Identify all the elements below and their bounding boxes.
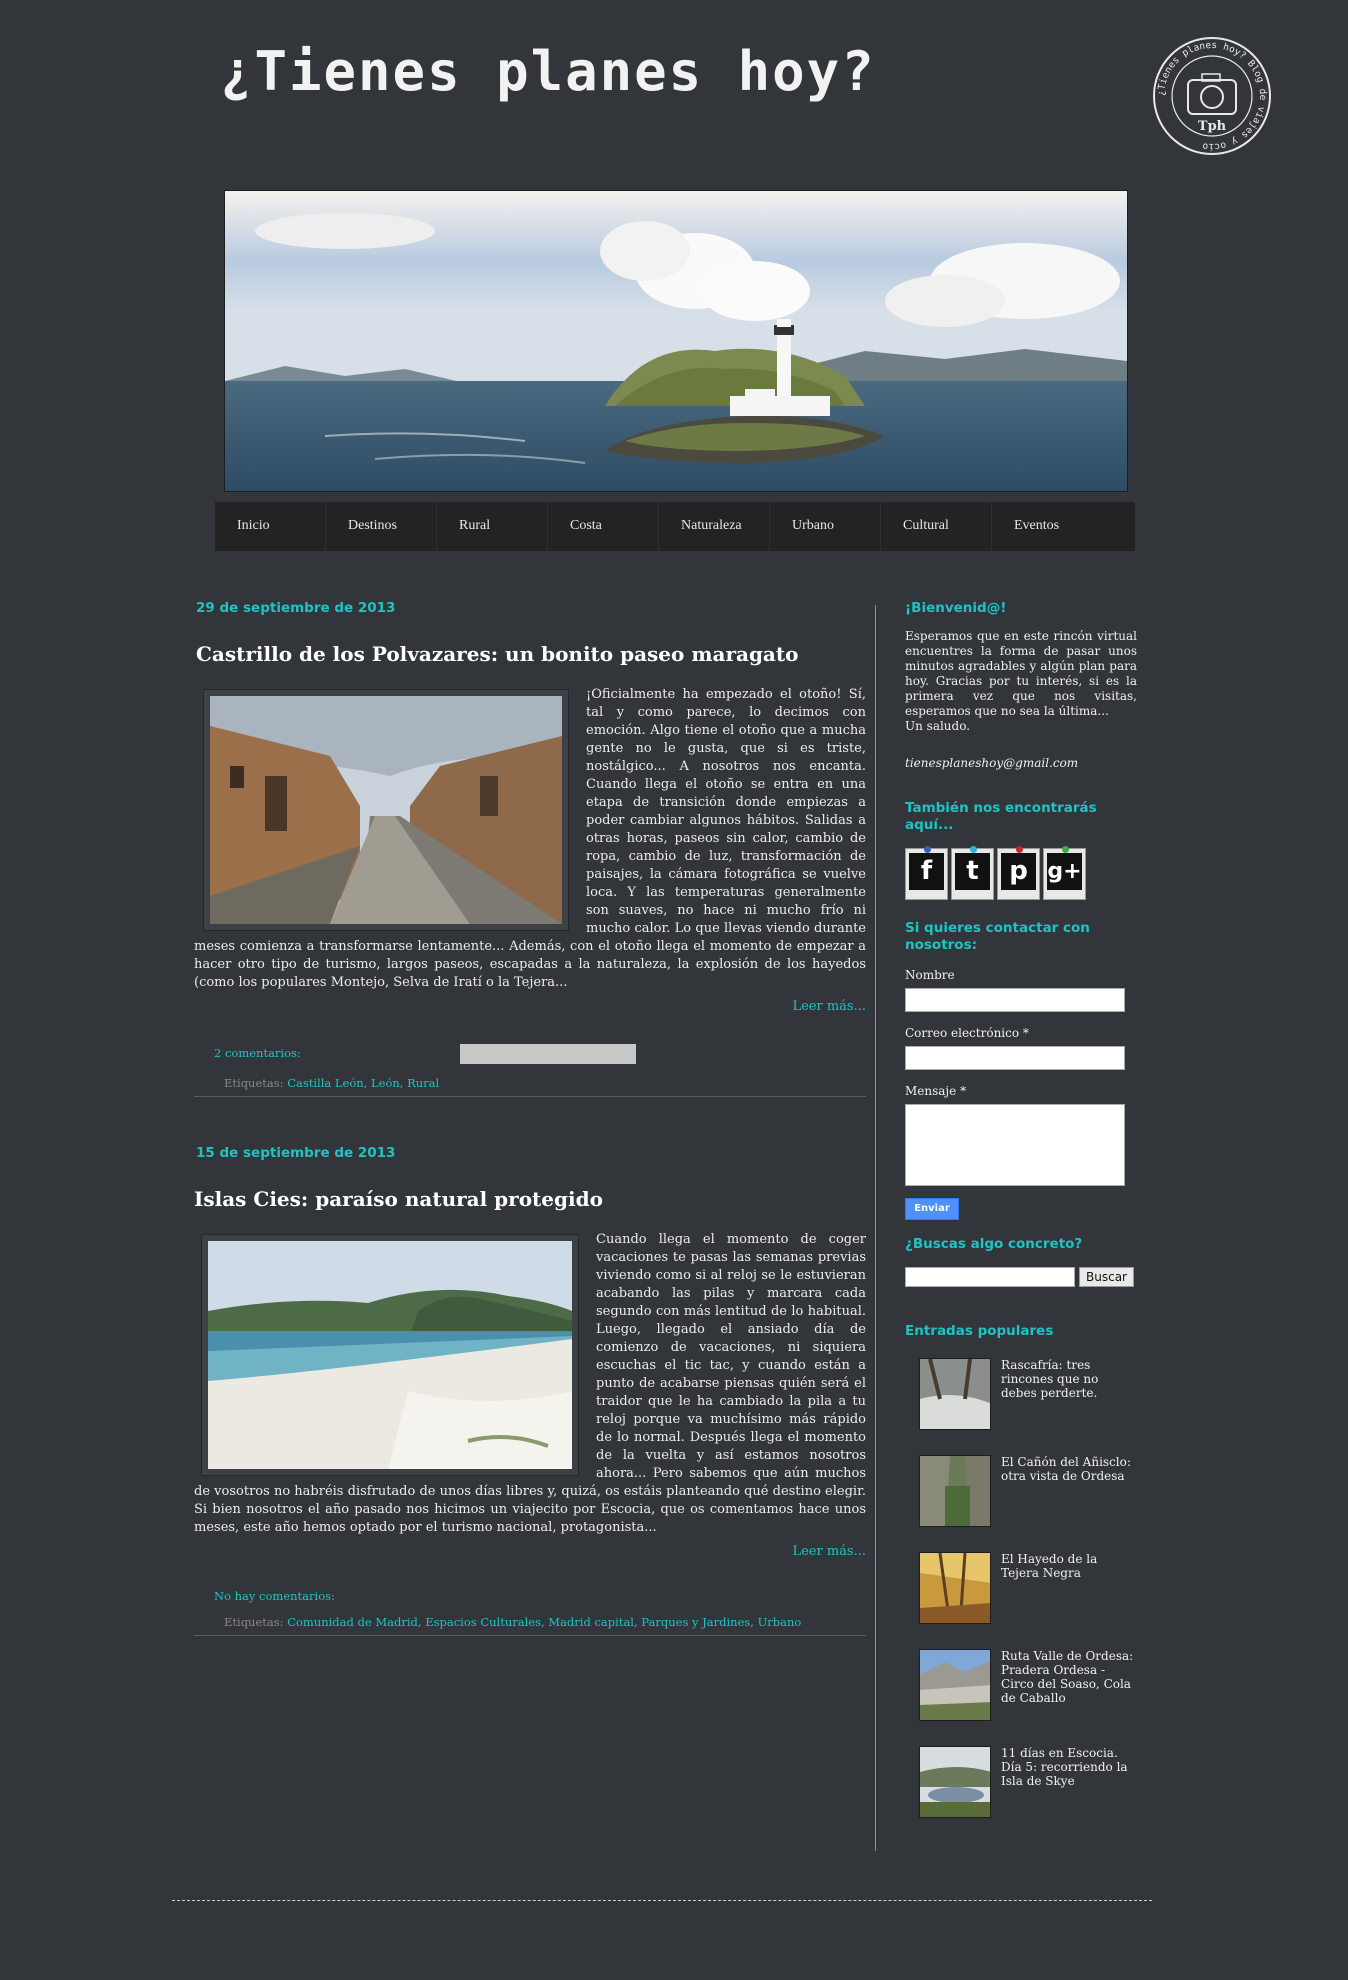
main-navigation: Inicio Destinos Rural Costa Naturaleza U… bbox=[215, 502, 1135, 551]
social-title: También nos encontrarás aquí... bbox=[905, 800, 1097, 833]
popular-post-thumbnail[interactable] bbox=[919, 1552, 991, 1624]
popular-post-thumbnail[interactable] bbox=[919, 1649, 991, 1721]
facebook-icon: f bbox=[909, 853, 944, 890]
site-title[interactable]: ¿Tienes planes hoy? bbox=[220, 40, 876, 103]
labels-prefix: Etiquetas: bbox=[224, 1615, 284, 1629]
nav-item-urbano[interactable]: Urbano bbox=[770, 502, 881, 551]
label-link[interactable]: Espacios Culturales bbox=[425, 1615, 541, 1629]
popular-post-thumbnail[interactable] bbox=[919, 1358, 991, 1430]
sidebar: ¡Bienvenid@! Esperamos que en este rincó… bbox=[905, 600, 1137, 1843]
sidebar-divider bbox=[875, 605, 876, 1851]
nav-item-eventos[interactable]: Eventos bbox=[992, 502, 1103, 551]
pin-icon bbox=[1016, 846, 1023, 853]
contact-title: Si quieres contactar con nosotros: bbox=[905, 920, 1090, 953]
post-image[interactable] bbox=[204, 690, 568, 930]
post-divider bbox=[194, 1635, 866, 1636]
popular-post-title[interactable]: 11 días en Escocia. Día 5: recorriendo l… bbox=[1001, 1746, 1137, 1843]
popular-post-item[interactable]: Ruta Valle de Ordesa: Pradera Ordesa - C… bbox=[919, 1649, 1137, 1746]
popular-post-title[interactable]: Rascafría: tres rincones que no debes pe… bbox=[1001, 1358, 1137, 1455]
message-field[interactable] bbox=[905, 1104, 1125, 1186]
post-footer: No hay comentarios: Etiquetas: Comunidad… bbox=[194, 1589, 866, 1629]
popular-posts-list: Rascafría: tres rincones que no debes pe… bbox=[905, 1358, 1137, 1843]
pin-icon bbox=[1062, 846, 1069, 853]
email-label: Correo electrónico * bbox=[905, 1026, 1029, 1040]
blog-post: 15 de septiembre de 2013 Islas Cies: par… bbox=[194, 1145, 866, 1636]
search-input[interactable] bbox=[905, 1267, 1075, 1287]
post-date: 15 de septiembre de 2013 bbox=[196, 1145, 396, 1161]
label-link[interactable]: Madrid capital bbox=[548, 1615, 634, 1629]
google-plus-icon: g+ bbox=[1047, 853, 1082, 890]
comments-link[interactable]: 2 comentarios: bbox=[214, 1046, 301, 1060]
popular-post-title[interactable]: El Cañón del Añisclo: otra vista de Orde… bbox=[1001, 1455, 1137, 1552]
popular-post-thumbnail[interactable] bbox=[919, 1455, 991, 1527]
post-body: ¡Oficialmente ha empezado el otoño! Sí, … bbox=[194, 686, 866, 1016]
popular-post-item[interactable]: El Cañón del Añisclo: otra vista de Orde… bbox=[919, 1455, 1137, 1552]
popular-posts-title: Entradas populares bbox=[905, 1323, 1054, 1339]
post-date: 29 de septiembre de 2013 bbox=[196, 600, 396, 616]
label-link[interactable]: Parques y Jardines bbox=[641, 1615, 750, 1629]
label-link[interactable]: Urbano bbox=[758, 1615, 802, 1629]
message-label: Mensaje * bbox=[905, 1084, 967, 1098]
nav-item-rural[interactable]: Rural bbox=[437, 502, 548, 551]
facebook-button[interactable]: f bbox=[905, 846, 948, 900]
footer-divider bbox=[172, 1900, 1152, 1901]
nav-item-naturaleza[interactable]: Naturaleza bbox=[659, 502, 770, 551]
nav-item-costa[interactable]: Costa bbox=[548, 502, 659, 551]
welcome-text: Esperamos que en este rincón virtual enc… bbox=[905, 629, 1137, 734]
social-links: f t p g+ bbox=[905, 846, 1137, 900]
post-body: Cuando llega el momento de coger vacacio… bbox=[194, 1231, 866, 1561]
label-link[interactable]: Rural bbox=[407, 1076, 439, 1090]
label-link[interactable]: Comunidad de Madrid bbox=[287, 1615, 418, 1629]
pin-icon bbox=[970, 846, 977, 853]
welcome-message: Esperamos que en este rincón virtual enc… bbox=[905, 629, 1137, 718]
google-plus-button[interactable]: g+ bbox=[1043, 846, 1086, 900]
pinterest-button[interactable]: p bbox=[997, 846, 1040, 900]
twitter-icon: t bbox=[955, 853, 990, 890]
post-image[interactable] bbox=[202, 1235, 578, 1475]
nav-item-destinos[interactable]: Destinos bbox=[326, 502, 437, 551]
popular-post-thumbnail[interactable] bbox=[919, 1746, 991, 1818]
popular-post-title[interactable]: El Hayedo de la Tejera Negra bbox=[1001, 1552, 1137, 1649]
share-buttons-bar[interactable] bbox=[460, 1044, 637, 1064]
popular-post-item[interactable]: Rascafría: tres rincones que no debes pe… bbox=[919, 1358, 1137, 1455]
label-link[interactable]: León bbox=[371, 1076, 400, 1090]
post-footer: 2 comentarios: Etiquetas: Castilla León,… bbox=[194, 1044, 866, 1090]
label-link[interactable]: Castilla León bbox=[287, 1076, 364, 1090]
post-labels: Etiquetas: Castilla León, León, Rural bbox=[224, 1076, 440, 1090]
name-label: Nombre bbox=[905, 968, 955, 982]
header-banner-image bbox=[224, 190, 1128, 492]
post-divider bbox=[194, 1096, 866, 1097]
read-more-link[interactable]: Leer más... bbox=[194, 998, 866, 1016]
email-field[interactable] bbox=[905, 1046, 1125, 1070]
search-form: Buscar bbox=[905, 1267, 1137, 1287]
popular-post-item[interactable]: El Hayedo de la Tejera Negra bbox=[919, 1552, 1137, 1649]
post-labels: Etiquetas: Comunidad de Madrid, Espacios… bbox=[224, 1615, 802, 1629]
read-more-link[interactable]: Leer más... bbox=[194, 1543, 866, 1561]
labels-prefix: Etiquetas: bbox=[224, 1076, 284, 1090]
search-title: ¿Buscas algo concreto? bbox=[905, 1236, 1083, 1252]
blog-logo[interactable]: Tph ¿Tienes planes hoy? Blog de viajes y… bbox=[1150, 34, 1274, 158]
svg-text:¿Tienes planes hoy? Blog de vi: ¿Tienes planes hoy? Blog de viajes y oci… bbox=[1156, 40, 1268, 152]
nav-item-cultural[interactable]: Cultural bbox=[881, 502, 992, 551]
blog-post: 29 de septiembre de 2013 Castrillo de lo… bbox=[194, 600, 866, 1097]
logo-center-text: Tph bbox=[1198, 119, 1227, 134]
logo-ring-text: ¿Tienes planes hoy? Blog de viajes y oci… bbox=[1156, 40, 1268, 152]
search-button[interactable]: Buscar bbox=[1079, 1267, 1134, 1287]
post-title[interactable]: Castrillo de los Polvazares: un bonito p… bbox=[196, 642, 866, 666]
pin-icon bbox=[924, 846, 931, 853]
name-field[interactable] bbox=[905, 988, 1125, 1012]
welcome-signoff: Un saludo. bbox=[905, 719, 971, 733]
popular-post-item[interactable]: 11 días en Escocia. Día 5: recorriendo l… bbox=[919, 1746, 1137, 1843]
nav-item-inicio[interactable]: Inicio bbox=[215, 502, 326, 551]
twitter-button[interactable]: t bbox=[951, 846, 994, 900]
comments-link[interactable]: No hay comentarios: bbox=[214, 1589, 335, 1603]
post-title[interactable]: Islas Cies: paraíso natural protegido bbox=[194, 1187, 866, 1211]
pinterest-icon: p bbox=[1001, 853, 1036, 890]
main-column: 29 de septiembre de 2013 Castrillo de lo… bbox=[194, 600, 866, 1636]
welcome-title: ¡Bienvenid@! bbox=[905, 600, 1007, 616]
contact-email: tienesplaneshoy@gmail.com bbox=[905, 756, 1079, 770]
send-button[interactable]: Enviar bbox=[905, 1198, 959, 1220]
popular-post-title[interactable]: Ruta Valle de Ordesa: Pradera Ordesa - C… bbox=[1001, 1649, 1137, 1746]
